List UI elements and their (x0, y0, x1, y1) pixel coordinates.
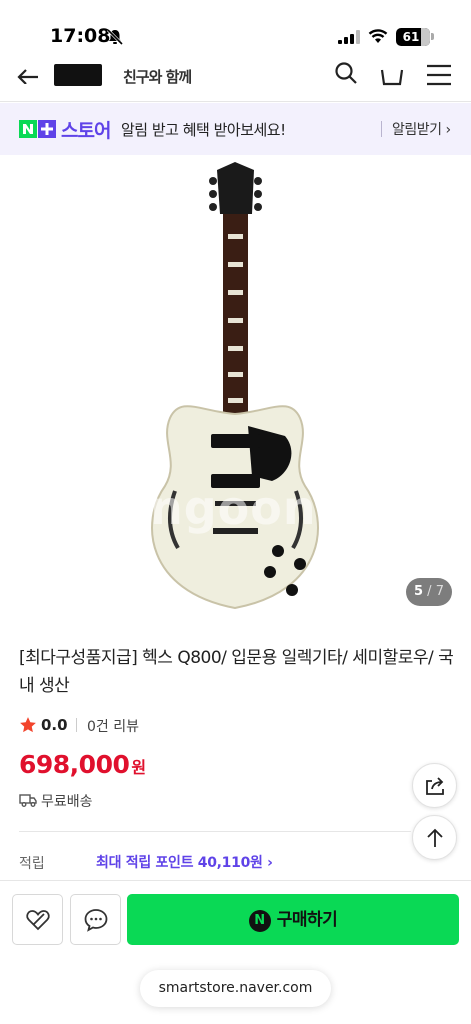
store-label: 스토어 (61, 120, 111, 142)
browser-url-bar[interactable]: smartstore.naver.com (140, 970, 331, 1007)
star-icon (20, 717, 36, 733)
price-row: 698,000 원 (19, 750, 146, 779)
product-title: [최다구성품지급] 헥스 Q800/ 입문용 일렉기타/ 세미할로우/ 국내 생… (19, 648, 454, 696)
buy-button-content: N 구매하기 (127, 894, 459, 945)
naver-plus-logo-icon (19, 120, 56, 138)
image-counter-separator: / (423, 584, 436, 599)
cart-icon[interactable] (379, 62, 405, 88)
guitar-image (151, 162, 319, 610)
bell-off-icon (106, 28, 124, 46)
brand-subtitle: 친구와 함께 (123, 68, 192, 86)
share-button[interactable] (412, 763, 457, 808)
heart-icon (26, 910, 50, 931)
battery-empty-part (421, 28, 430, 46)
image-watermark: ngoon (150, 481, 317, 535)
wifi-icon (368, 29, 388, 43)
image-counter-total: 7 (435, 584, 444, 599)
max-points-link[interactable]: 최대 적립 포인트 40,110원 › (96, 852, 273, 872)
buy-button[interactable]: N 구매하기 (127, 894, 459, 945)
product-image-gallery[interactable]: ngoon (0, 156, 471, 626)
signal-icon (338, 30, 360, 44)
battery-tip (431, 33, 434, 40)
scroll-to-top-button[interactable] (412, 815, 457, 860)
image-counter-current: 5 (414, 584, 424, 599)
points-label: 적립 (19, 856, 45, 872)
review-count[interactable]: 0건 리뷰 (87, 716, 139, 736)
naver-n-icon: N (248, 909, 271, 932)
back-arrow-icon[interactable] (16, 62, 42, 84)
shipping-label: 무료배송 (41, 794, 93, 810)
image-counter: 5 / 7 (406, 578, 452, 606)
buy-button-label: 구매하기 (276, 910, 338, 930)
wishlist-button[interactable] (12, 894, 63, 945)
chat-bubble-icon (84, 909, 108, 932)
menu-icon[interactable] (426, 64, 452, 86)
brand-logo[interactable] (54, 64, 102, 86)
promo-message: 알림 받고 혜택 받아보세요! (121, 121, 286, 139)
arrow-up-icon (427, 828, 443, 847)
truck-icon (19, 794, 37, 807)
top-nav: 친구와 함께 (0, 56, 471, 102)
status-bar: 17:08 61 (0, 0, 471, 60)
talk-talk-button[interactable] (70, 894, 121, 945)
rating-value: 0.0 (41, 716, 68, 734)
status-time: 17:08 (50, 25, 111, 47)
price-unit: 원 (131, 758, 147, 777)
price-value: 698,000 (19, 750, 130, 779)
section-divider (19, 831, 411, 832)
promo-divider (381, 121, 382, 137)
share-icon (426, 777, 444, 795)
battery-indicator: 61 (396, 28, 430, 46)
notify-button[interactable]: 알림받기 › (392, 119, 451, 139)
rating-divider (76, 718, 77, 732)
notification-promo-banner[interactable]: 스토어 알림 받고 혜택 받아보세요! 알림받기 › (0, 103, 471, 155)
search-icon[interactable] (333, 60, 359, 86)
